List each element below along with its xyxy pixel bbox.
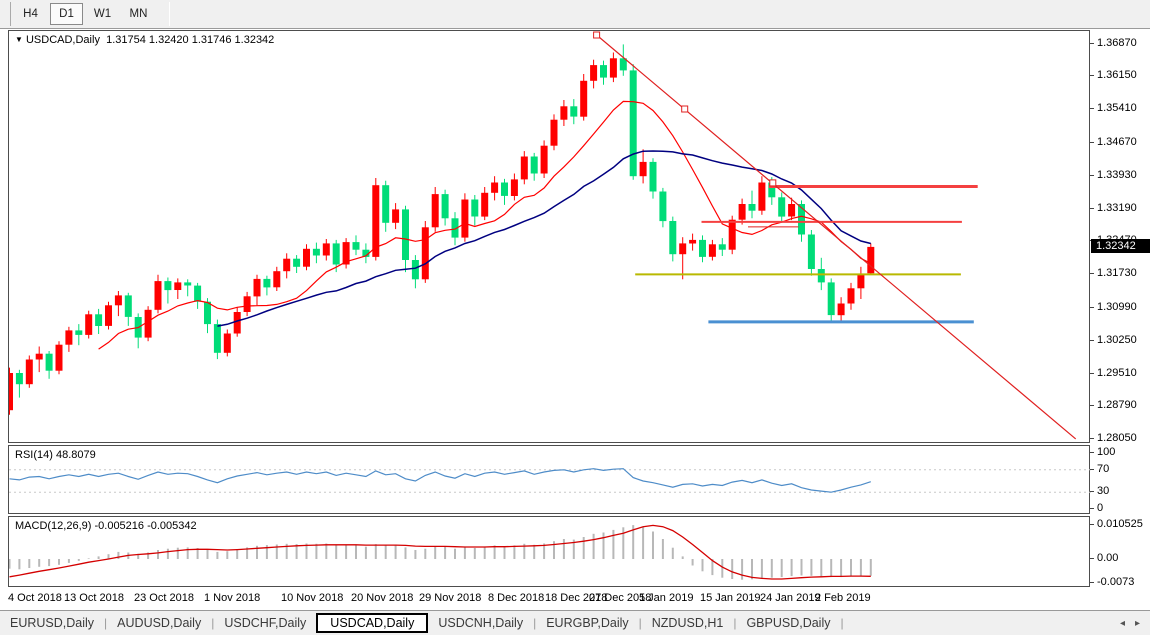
trendline-handle (682, 106, 688, 112)
rsi-axis-label: 0 (1097, 502, 1103, 514)
price-axis-label: 1.35410 (1097, 102, 1137, 114)
dropdown-triangle-icon: ▼ (15, 35, 23, 44)
price-axis-label-tick (1090, 273, 1094, 274)
price-axis-label: 1.30250 (1097, 334, 1137, 346)
macd-axis-label-tick (1090, 582, 1094, 583)
price-axis-label: 1.34670 (1097, 136, 1137, 148)
rsi-line (10, 469, 871, 493)
price-axis-label-tick (1090, 405, 1094, 406)
price-axis-label-tick (1090, 108, 1094, 109)
macd-values: -0.005216 -0.005342 (94, 520, 196, 532)
symbol-tab-bar: EURUSD,Daily AUDUSD,Daily USDCHF,Daily U… (0, 610, 1150, 635)
price-axis-label-tick (1090, 307, 1094, 308)
rsi-name: RSI(14) (15, 449, 53, 461)
date-axis-label: 5 Jan 2019 (639, 592, 693, 604)
timeframe-button-w1[interactable]: W1 (86, 3, 119, 25)
rsi-indicator-panel[interactable]: RSI(14) 48.8079 (8, 445, 1090, 514)
trendline-handle (770, 180, 776, 186)
tab-separator (840, 616, 843, 630)
main-chart-panel[interactable]: ▼ USDCAD,Daily 1.31754 1.32420 1.31746 1… (8, 30, 1090, 443)
price-axis-label: 1.28790 (1097, 399, 1137, 411)
trendline[interactable] (594, 32, 1076, 439)
date-axis-label: 24 Jan 2019 (760, 592, 821, 604)
price-axis-label-tick (1090, 438, 1094, 439)
price-axis-label-tick (1090, 373, 1094, 374)
tab-usdcnh-daily[interactable]: USDCNH,Daily (428, 614, 533, 632)
timeframe-button-mn[interactable]: MN (122, 3, 155, 25)
rsi-axis-label-tick (1090, 508, 1094, 509)
macd-axis-label-tick (1090, 524, 1094, 525)
tab-nzdusd-h1[interactable]: NZDUSD,H1 (642, 614, 734, 632)
date-axis-label: 13 Oct 2018 (64, 592, 124, 604)
rsi-axis-label-tick (1090, 491, 1094, 492)
tab-audusd-daily[interactable]: AUDUSD,Daily (107, 614, 211, 632)
rsi-axis-label-tick (1090, 452, 1094, 453)
trading-terminal-window: H4 D1 W1 MN ▼ USDCAD,Daily 1.31754 1.324… (0, 0, 1150, 635)
date-axis-label: 4 Oct 2018 (8, 592, 62, 604)
date-axis[interactable]: 4 Oct 201813 Oct 2018 23 Oct 2018 1 Nov 20… (0, 589, 1150, 609)
chart-symbol-label: USDCAD,Daily (26, 34, 100, 46)
timeframe-button-h4[interactable]: H4 (14, 3, 47, 25)
horizontal-lines[interactable] (635, 187, 978, 322)
macd-axis-label: -0.0073 (1097, 576, 1134, 588)
price-axis-label-tick (1090, 175, 1094, 176)
candlestick-chart[interactable] (9, 31, 1091, 444)
price-axis-label: 1.33190 (1097, 202, 1137, 214)
macd-name: MACD(12,26,9) (15, 520, 91, 532)
macd-axis-label: 0.010525 (1097, 518, 1143, 530)
price-axis-label-tick (1090, 75, 1094, 76)
macd-axis-label: 0.00 (1097, 552, 1118, 564)
rsi-axis-label: 100 (1097, 446, 1115, 458)
macd-indicator-panel[interactable]: MACD(12,26,9) -0.005216 -0.005342 (8, 516, 1090, 587)
candles (9, 44, 874, 414)
ma-fast-line (99, 101, 871, 349)
date-axis-label: 15 Jan 2019 (700, 592, 761, 604)
price-axis-label-tick (1090, 340, 1094, 341)
price-axis-label: 1.28050 (1097, 432, 1137, 444)
date-axis-label: 20 Nov 2018 (351, 592, 413, 604)
macd-axis-label-tick (1090, 558, 1094, 559)
price-axis-label: 1.36150 (1097, 69, 1137, 81)
price-axis-label-tick (1090, 142, 1094, 143)
date-axis-label: 10 Nov 2018 (281, 592, 343, 604)
rsi-axis-label-tick (1090, 469, 1094, 470)
date-axis-label: 2 Feb 2019 (815, 592, 871, 604)
tab-usdcad-daily[interactable]: USDCAD,Daily (316, 613, 428, 633)
toolbar-grip (10, 2, 11, 26)
scroll-left-icon[interactable]: ◂ (1120, 618, 1125, 629)
price-axis-label-tick (1090, 43, 1094, 44)
chart-ohlc-values: 1.31754 1.32420 1.31746 1.32342 (106, 34, 274, 46)
rsi-chart[interactable] (9, 446, 1091, 515)
price-axis-label: 1.36870 (1097, 37, 1137, 49)
date-axis-label: 29 Nov 2018 (419, 592, 481, 604)
tab-eurgbp-daily[interactable]: EURGBP,Daily (536, 614, 638, 632)
tab-scroll-arrows: ◂ ▸ (1120, 618, 1140, 629)
price-axis-label: 1.31730 (1097, 267, 1137, 279)
macd-histogram (10, 525, 871, 580)
tab-eurusd-daily[interactable]: EURUSD,Daily (0, 614, 104, 632)
trendline-handle (594, 32, 600, 38)
scroll-right-icon[interactable]: ▸ (1135, 618, 1140, 629)
current-price-badge: 1.32342 (1091, 239, 1150, 253)
timeframe-toolbar: H4 D1 W1 MN (0, 0, 1150, 29)
price-axis[interactable]: 1.36870 1.36150 1.35410 1.34670 1.33930 1.331… (1090, 30, 1150, 608)
chart-title: ▼ USDCAD,Daily 1.31754 1.32420 1.31746 1… (15, 34, 274, 46)
rsi-value: 48.8079 (56, 449, 96, 461)
macd-label: MACD(12,26,9) -0.005216 -0.005342 (15, 520, 197, 532)
date-axis-label: 8 Dec 2018 (488, 592, 544, 604)
tab-gbpusd-daily[interactable]: GBPUSD,Daily (736, 614, 840, 632)
timeframe-button-d1[interactable]: D1 (50, 3, 83, 25)
price-axis-label: 1.29510 (1097, 367, 1137, 379)
rsi-axis-label: 70 (1097, 463, 1109, 475)
date-axis-label: 1 Nov 2018 (204, 592, 260, 604)
price-axis-label: 1.33930 (1097, 169, 1137, 181)
toolbar-separator (169, 2, 170, 26)
price-axis-label: 1.30990 (1097, 301, 1137, 313)
rsi-label: RSI(14) 48.8079 (15, 449, 96, 461)
date-axis-label: 23 Oct 2018 (134, 592, 194, 604)
rsi-axis-label: 30 (1097, 485, 1109, 497)
price-axis-label-tick (1090, 208, 1094, 209)
tab-usdchf-daily[interactable]: USDCHF,Daily (214, 614, 316, 632)
